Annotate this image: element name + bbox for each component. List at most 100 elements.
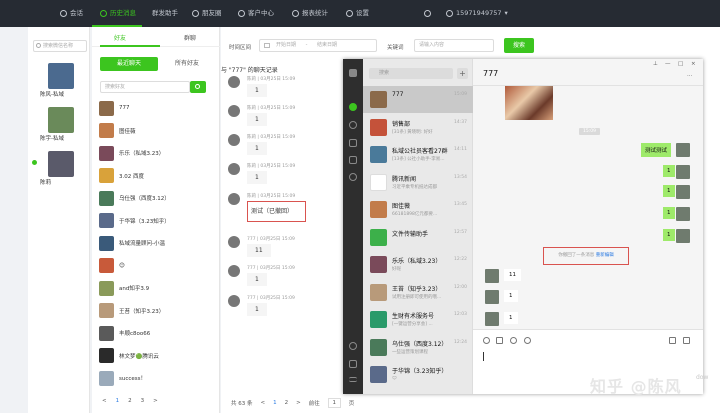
folder-icon[interactable] <box>349 156 357 164</box>
date-range-picker[interactable]: 开始日期 - 结束日期 <box>259 39 377 52</box>
cube-icon[interactable] <box>349 139 357 147</box>
contact-item[interactable]: 乐乐（私域3.23） <box>99 143 217 163</box>
recent-chats-button[interactable]: 最近聊天 <box>100 57 158 71</box>
menu-icon[interactable] <box>349 377 357 382</box>
page-1-button[interactable]: 1 <box>116 398 120 404</box>
contact-item[interactable]: 777 <box>99 98 217 118</box>
contact-item[interactable]: 乌仕强（西度3.12） <box>99 188 217 208</box>
minimize-button[interactable]: — <box>665 61 671 67</box>
chat-time: 12:24 <box>454 339 467 345</box>
history-pager: 共 63 条 < 1 2 > 前往 1 页 <box>231 398 354 408</box>
next-page-button[interactable]: > <box>296 400 301 406</box>
search-button[interactable]: 搜索 <box>504 38 534 53</box>
avatar <box>228 134 240 146</box>
page-1-button[interactable]: 1 <box>273 400 277 406</box>
shared-photo[interactable] <box>505 86 553 120</box>
more-icon[interactable]: ··· <box>687 73 692 79</box>
nav-chat[interactable]: 会话 <box>60 0 83 27</box>
wechat-search-input[interactable]: 搜索 <box>369 68 453 79</box>
avatar <box>370 201 387 218</box>
wechat-chat-item[interactable]: 文件传输助手 12:57 <box>363 224 473 251</box>
account-search-input[interactable]: 搜索微信名称 <box>33 40 87 52</box>
contact-item[interactable]: 王苔（知乎3.23） <box>99 301 217 321</box>
user-phone[interactable]: 15971949757 ▾ <box>446 0 508 27</box>
page-3-button[interactable]: 3 <box>141 398 145 404</box>
contact-item[interactable]: success！ <box>99 368 217 388</box>
nav-moments[interactable]: 朋友圈 <box>192 0 222 27</box>
wechat-chat-item[interactable]: 生财有术服务号 [一键运营分享会] ... 12:03 <box>363 306 473 333</box>
folder-icon[interactable] <box>496 337 503 344</box>
avatar <box>370 283 387 301</box>
wechat-chat-item[interactable]: 图佳薇 66181898亿元都要... 13:45 <box>363 196 473 223</box>
chat-preview: 66181898亿元都要... <box>392 212 438 217</box>
close-button[interactable]: × <box>691 61 696 67</box>
phone-icon[interactable] <box>669 337 676 344</box>
account-list: 搜索微信名称 陈风-私域 陈宇-私域 陈莉 <box>28 27 90 413</box>
chat-bubble-icon[interactable] <box>524 337 531 344</box>
total-count: 共 63 条 <box>231 401 253 407</box>
prev-page-button[interactable]: < <box>261 400 266 406</box>
wechat-chat-item[interactable]: 乐乐（私域3.23） 好呢 12:22 <box>363 251 473 278</box>
contact-item[interactable]: 丰顺c8oo66 <box>99 323 217 343</box>
chat-name: 图佳薇 <box>392 203 411 210</box>
avatar <box>48 107 74 133</box>
wechat-chat-item[interactable]: 乌仕强（西度3.12） 一些运营策划课程 12:24 <box>363 334 473 361</box>
phone-icon[interactable] <box>349 360 357 368</box>
goto-label: 前往 <box>308 401 320 407</box>
moments-icon[interactable] <box>349 173 357 181</box>
nav-history[interactable]: 历史消息 <box>100 0 136 27</box>
contact-item[interactable]: and知乎3.9 <box>99 278 217 298</box>
account-item[interactable]: 陈莉 <box>34 151 88 186</box>
chat-name: 于华锦（3.23知乎） <box>392 368 448 375</box>
all-friends-button[interactable]: 所有好友 <box>162 57 212 71</box>
video-icon[interactable] <box>683 337 690 344</box>
friend-search-input[interactable]: 搜索好友 <box>100 81 190 93</box>
chat-icon[interactable] <box>349 103 357 111</box>
tab-friends[interactable]: 好友 <box>114 33 126 42</box>
wechat-chat-item[interactable]: 腾讯新闻 习近平乘专机抵达成都 13:54 <box>363 169 473 196</box>
contacts-icon[interactable] <box>349 121 357 129</box>
scissors-icon[interactable] <box>510 337 517 344</box>
chat-preview: 😊 <box>392 376 397 381</box>
contact-item[interactable]: 😊 <box>99 256 217 276</box>
contact-item[interactable]: 于华锦（3.23知乎） <box>99 211 217 231</box>
avatar <box>676 229 690 243</box>
pin-icon[interactable]: ⊥ <box>653 61 658 67</box>
keyword-input[interactable]: 请输入内容 <box>414 39 494 52</box>
prev-page-button[interactable]: < <box>102 398 107 404</box>
account-item[interactable]: 陈风-私域 <box>34 63 88 98</box>
tab-groups[interactable]: 群聊 <box>184 33 196 42</box>
link-icon[interactable] <box>349 342 357 350</box>
contact-item[interactable]: 图佳薇 <box>99 121 217 141</box>
maximize-button[interactable]: □ <box>678 61 683 67</box>
contact-item[interactable]: 林文梦🟢腾讯云 <box>99 346 217 366</box>
friend-search-button[interactable] <box>190 81 206 93</box>
wechat-chat-item[interactable]: 777 15:09 <box>363 86 473 113</box>
page-2-button[interactable]: 2 <box>128 398 132 404</box>
wechat-chat-item[interactable]: 销售部 [31条] 黄晓明: 好好 14:37 <box>363 114 473 141</box>
goto-page-input[interactable]: 1 <box>327 398 341 408</box>
message-bubble: 1 <box>663 207 675 219</box>
wechat-chat-item[interactable]: 私域公社员客看27群 [13条] 公社小助手-李易... 14:11 <box>363 141 473 168</box>
add-button[interactable]: + <box>457 68 468 79</box>
account-item[interactable]: 陈宇-私域 <box>34 107 88 142</box>
wechat-chat-item[interactable]: 于华锦（3.23知乎） 😊 <box>363 361 473 388</box>
nav-mass-send[interactable]: 群发助手 <box>152 0 178 27</box>
nav-settings[interactable]: 设置 <box>346 0 369 27</box>
nav-reports[interactable]: 报表统计 <box>292 0 328 27</box>
contact-item[interactable]: 3.02 西度 <box>99 166 217 186</box>
avatar <box>370 256 387 273</box>
re-edit-link[interactable]: 重新编辑 <box>596 253 614 258</box>
next-page-button[interactable]: > <box>153 398 158 404</box>
emoji-icon[interactable] <box>483 337 490 344</box>
avatar <box>99 213 114 228</box>
bell-icon[interactable] <box>424 0 431 27</box>
wechat-chat-item[interactable]: 王苔（知乎3.23） 试用注册即可使用的哦... 12:00 <box>363 279 473 306</box>
avatar[interactable] <box>349 69 357 77</box>
contact-name: 777 <box>119 105 130 111</box>
user-icon <box>238 10 245 17</box>
contact-item[interactable]: 私域流量顾问-小温 <box>99 233 217 253</box>
nav-customers[interactable]: 客户中心 <box>238 0 274 27</box>
message-bubble: 1 <box>247 84 267 97</box>
page-2-button[interactable]: 2 <box>285 400 289 406</box>
